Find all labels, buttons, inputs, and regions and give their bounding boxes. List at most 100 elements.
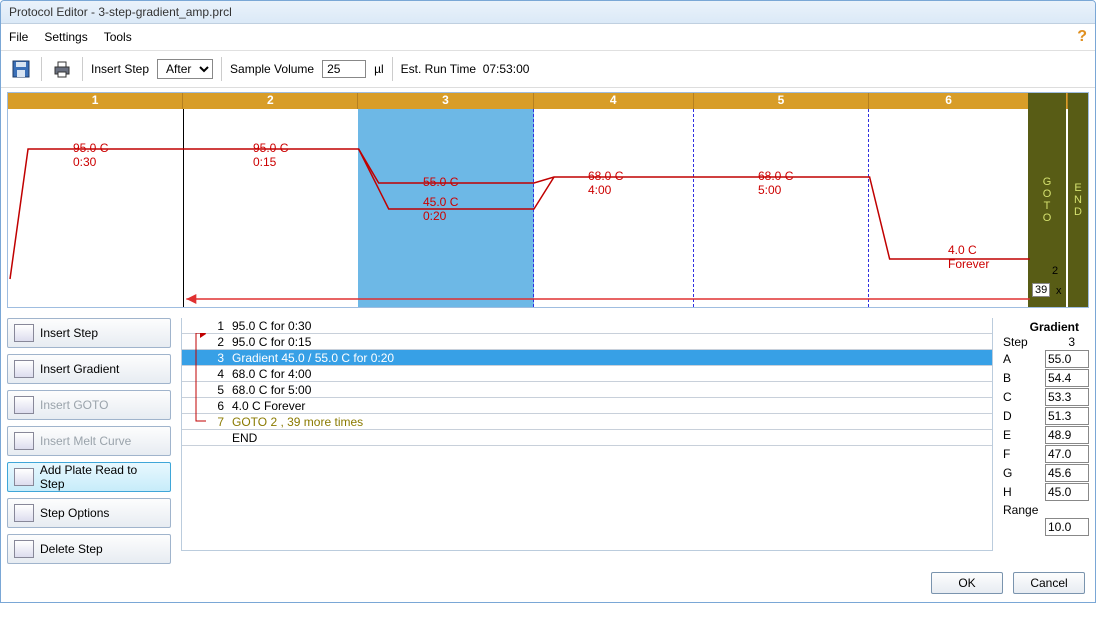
lower-panel: Insert Step Insert Gradient Insert GOTO … xyxy=(1,314,1095,566)
gradient-range-label: Range xyxy=(1003,503,1038,517)
step-list-row[interactable]: 295.0 C for 0:15 xyxy=(182,334,992,350)
gradient-row-label: A xyxy=(1003,352,1011,366)
delete-step-button[interactable]: Delete Step xyxy=(7,534,171,564)
ann-s4-temp: 68.0 C xyxy=(588,169,623,183)
graph-header-6[interactable]: 6 xyxy=(869,93,1029,109)
window-title: Protocol Editor - 3-step-gradient_amp.pr… xyxy=(9,5,232,19)
gradient-row-input[interactable] xyxy=(1045,464,1089,482)
gradient-title: Gradient xyxy=(1003,320,1089,334)
insert-goto-button: Insert GOTO xyxy=(7,390,171,420)
ann-s2-temp: 95.0 C xyxy=(253,141,288,155)
insert-gradient-icon xyxy=(14,360,34,378)
step-options-icon xyxy=(14,504,34,522)
gradient-row: C xyxy=(1003,388,1089,406)
graph-header-3[interactable]: 3 xyxy=(358,93,533,109)
menu-tools[interactable]: Tools xyxy=(104,30,132,44)
graph-header-1[interactable]: 1 xyxy=(8,93,183,109)
gradient-panel: Gradient Step 3 ABCDEFGH Range xyxy=(1003,318,1089,564)
ann-s2-dur: 0:15 xyxy=(253,155,276,169)
print-icon[interactable] xyxy=(50,57,74,81)
runtime-label: Est. Run Time 07:53:00 xyxy=(401,62,530,76)
ann-s3-hi: 55.0 C xyxy=(423,175,458,189)
sample-volume-input[interactable] xyxy=(322,60,366,78)
step-list-text: END xyxy=(228,430,992,446)
gradient-row-input[interactable] xyxy=(1045,369,1089,387)
gradient-step-row: Step 3 xyxy=(1003,335,1089,349)
gradient-row: H xyxy=(1003,483,1089,501)
step-list-row[interactable]: END xyxy=(182,430,992,446)
add-plate-read-button[interactable]: Add Plate Read to Step xyxy=(7,462,171,492)
menu-file[interactable]: File xyxy=(9,30,28,44)
gradient-row-input[interactable] xyxy=(1045,483,1089,501)
step-list-number: 1 xyxy=(182,318,228,334)
gradient-range-row: Range xyxy=(1003,503,1089,517)
insert-melt-button: Insert Melt Curve xyxy=(7,426,171,456)
step-list-row[interactable]: 568.0 C for 5:00 xyxy=(182,382,992,398)
gradient-row-input[interactable] xyxy=(1045,445,1089,463)
insert-step-button[interactable]: Insert Step xyxy=(7,318,171,348)
step-list-loop-arrow xyxy=(192,333,210,425)
graph-header-5[interactable]: 5 xyxy=(694,93,869,109)
toolbar-separator-3 xyxy=(221,57,222,81)
sample-volume-label: Sample Volume xyxy=(230,62,314,76)
ann-s5-temp: 68.0 C xyxy=(758,169,793,183)
gradient-row-input[interactable] xyxy=(1045,350,1089,368)
step-list-text: 4.0 C Forever xyxy=(228,398,992,414)
dialog-buttons: OK Cancel xyxy=(1,566,1095,602)
step-list-row[interactable]: 468.0 C for 4:00 xyxy=(182,366,992,382)
insert-step-mode-select[interactable]: After xyxy=(157,59,213,79)
step-options-label: Step Options xyxy=(40,506,109,520)
gradient-row-label: F xyxy=(1003,447,1010,461)
temperature-trace xyxy=(8,109,1088,307)
gradient-row-label: H xyxy=(1003,485,1012,499)
menubar: File Settings Tools ? xyxy=(1,24,1095,51)
insert-step-icon xyxy=(14,324,34,342)
graph-header-4[interactable]: 4 xyxy=(534,93,694,109)
delete-step-label: Delete Step xyxy=(40,542,103,556)
insert-melt-label: Insert Melt Curve xyxy=(40,434,131,448)
insert-step-label: Insert Step xyxy=(40,326,98,340)
gradient-row: A xyxy=(1003,350,1089,368)
cancel-button[interactable]: Cancel xyxy=(1013,572,1085,594)
insert-gradient-button[interactable]: Insert Gradient xyxy=(7,354,171,384)
help-icon[interactable]: ? xyxy=(1077,28,1087,46)
insert-melt-icon xyxy=(14,432,34,450)
step-list[interactable]: 195.0 C for 0:30295.0 C for 0:153Gradien… xyxy=(181,318,993,551)
gradient-step-label: Step xyxy=(1003,335,1028,349)
gradient-row: F xyxy=(1003,445,1089,463)
gradient-row-input[interactable] xyxy=(1045,388,1089,406)
toolbar-separator-4 xyxy=(392,57,393,81)
step-list-row[interactable]: 7GOTO 2 , 39 more times xyxy=(182,414,992,430)
protocol-editor-window: Protocol Editor - 3-step-gradient_amp.pr… xyxy=(0,0,1096,603)
step-list-number xyxy=(182,430,228,446)
graph-step-headers: 1 2 3 4 5 6 7 xyxy=(8,93,1088,109)
insert-goto-label: Insert GOTO xyxy=(40,398,108,412)
action-button-column: Insert Step Insert Gradient Insert GOTO … xyxy=(7,318,171,564)
step-list-row[interactable]: 3Gradient 45.0 / 55.0 C for 0:20 xyxy=(182,350,992,366)
protocol-graph[interactable]: 1 2 3 4 5 6 7 G O T O E N D 2 39 x xyxy=(7,92,1089,308)
step-list-row[interactable]: 64.0 C Forever xyxy=(182,398,992,414)
ann-s4-dur: 4:00 xyxy=(588,183,611,197)
gradient-range-input[interactable] xyxy=(1045,518,1089,536)
menu-settings[interactable]: Settings xyxy=(44,30,87,44)
step-options-button[interactable]: Step Options xyxy=(7,498,171,528)
toolbar-separator-2 xyxy=(82,57,83,81)
gradient-row-label: E xyxy=(1003,428,1011,442)
ann-s5-dur: 5:00 xyxy=(758,183,781,197)
graph-header-2[interactable]: 2 xyxy=(183,93,358,109)
add-plate-read-label: Add Plate Read to Step xyxy=(40,463,164,491)
step-list-text: Gradient 45.0 / 55.0 C for 0:20 xyxy=(228,350,992,366)
save-icon[interactable] xyxy=(9,57,33,81)
toolbar-separator-1 xyxy=(41,57,42,81)
step-list-text: 95.0 C for 0:30 xyxy=(228,318,992,334)
gradient-row-input[interactable] xyxy=(1045,407,1089,425)
gradient-row: B xyxy=(1003,369,1089,387)
gradient-row-input[interactable] xyxy=(1045,426,1089,444)
sample-volume-unit: µl xyxy=(374,62,384,76)
step-list-text: GOTO 2 , 39 more times xyxy=(228,414,992,430)
gradient-row: E xyxy=(1003,426,1089,444)
step-list-text: 95.0 C for 0:15 xyxy=(228,334,992,350)
ok-button[interactable]: OK xyxy=(931,572,1003,594)
step-list-row[interactable]: 195.0 C for 0:30 xyxy=(182,318,992,334)
ann-s6-temp: 4.0 C xyxy=(948,243,977,257)
